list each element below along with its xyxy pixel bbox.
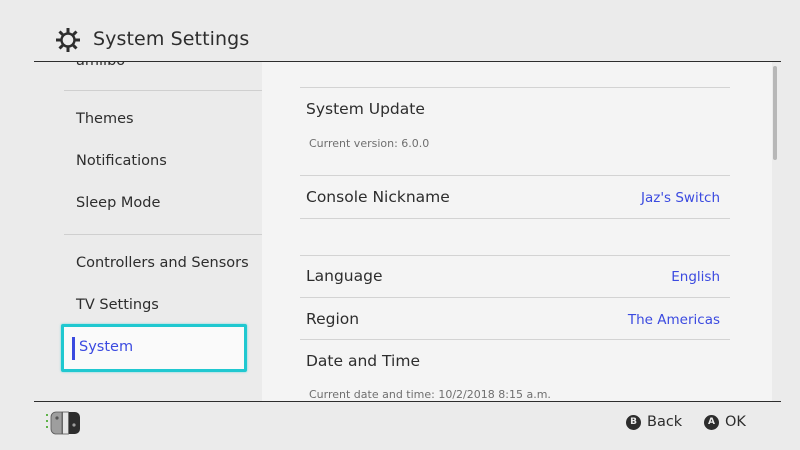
date-and-time-label: Date and Time <box>306 352 420 370</box>
page-title: System Settings <box>93 28 250 50</box>
row-divider <box>300 175 730 176</box>
sidebar-item-themes[interactable]: Themes <box>76 111 134 127</box>
header: System Settings <box>0 0 800 62</box>
ok-label: OK <box>725 414 746 430</box>
sidebar-item-system[interactable]: System <box>61 324 247 372</box>
region-label: Region <box>306 310 360 328</box>
gear-icon <box>56 28 80 52</box>
sidebar-item-notifications[interactable]: Notifications <box>76 153 167 169</box>
sidebar-item-label: System <box>79 339 134 355</box>
console-nickname-label: Console Nickname <box>306 188 450 206</box>
ok-button[interactable]: A OK <box>704 411 746 433</box>
row-divider <box>300 255 730 256</box>
region-value: The Americas <box>627 312 720 328</box>
console-nickname-value: Jaz's Switch <box>640 190 720 206</box>
back-label: Back <box>647 414 683 430</box>
sidebar-item-sleep-mode[interactable]: Sleep Mode <box>76 195 160 211</box>
footer: B Back A OK <box>0 402 800 450</box>
sidebar-item-controllers-and-sensors[interactable]: Controllers and Sensors <box>76 255 249 271</box>
a-button-icon: A <box>704 414 719 430</box>
row-divider <box>300 339 730 340</box>
b-button-icon: B <box>626 414 641 430</box>
settings-panel: System Update Current version: 6.0.0 Con… <box>262 62 772 402</box>
back-button[interactable]: B Back <box>626 411 682 433</box>
sidebar: amiibo Themes Notifications Sleep Mode C… <box>34 62 262 402</box>
selection-indicator <box>72 337 75 360</box>
row-divider <box>300 218 730 219</box>
row-divider <box>300 87 730 88</box>
sidebar-item-amiibo[interactable]: amiibo <box>76 62 125 69</box>
sidebar-divider <box>64 90 262 91</box>
system-update-label: System Update <box>306 100 425 118</box>
language-value: English <box>671 269 720 285</box>
sidebar-item-tv-settings[interactable]: TV Settings <box>76 297 159 313</box>
sidebar-divider <box>64 234 262 235</box>
scrollbar[interactable] <box>773 66 777 160</box>
current-date-time-text: Current date and time: 10/2/2018 8:15 a.… <box>309 388 551 401</box>
joy-con-controller-icon <box>46 411 80 435</box>
row-divider <box>300 297 730 298</box>
language-label: Language <box>306 267 383 285</box>
screen: System Settings amiibo Themes Notificati… <box>0 0 800 450</box>
current-version-text: Current version: 6.0.0 <box>309 137 430 150</box>
